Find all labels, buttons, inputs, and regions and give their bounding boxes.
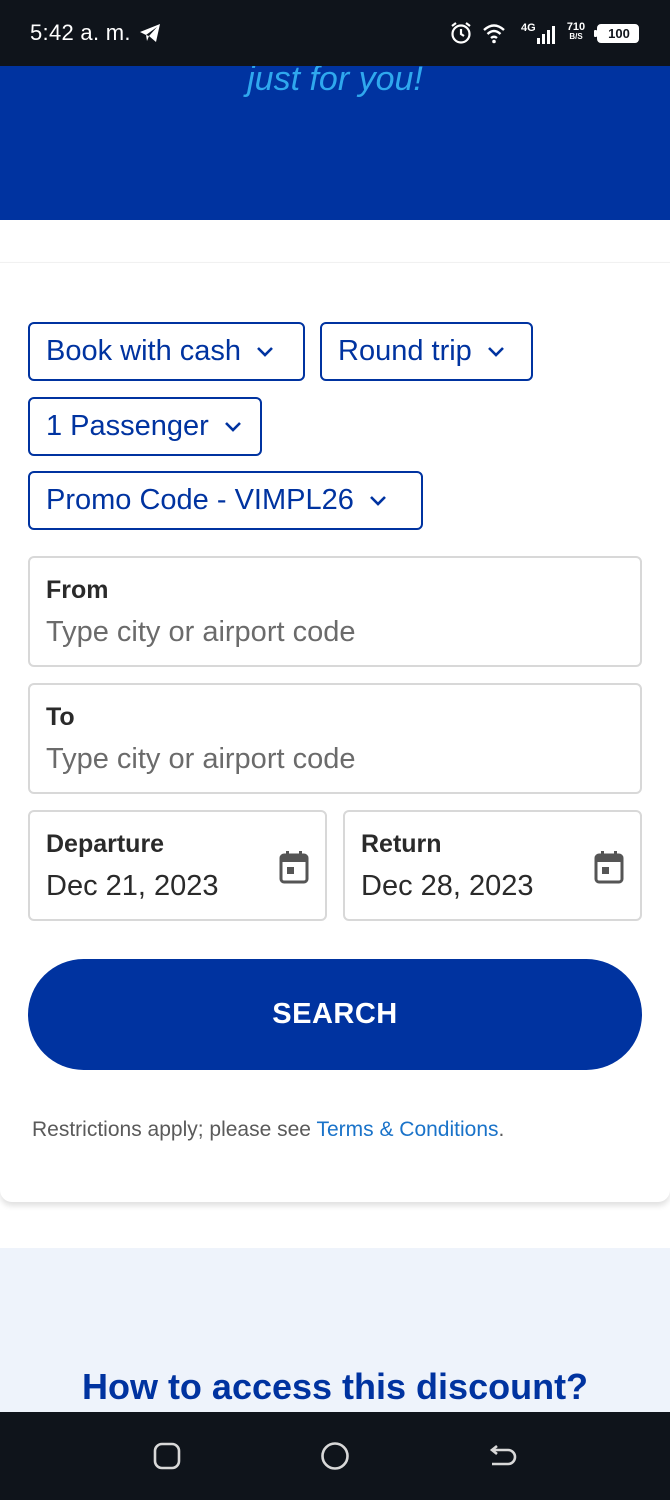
search-button[interactable]: SEARCH <box>28 959 642 1070</box>
network-speed-unit: B/S <box>569 32 583 41</box>
from-label: From <box>46 576 109 604</box>
hero-banner: just for you! <box>0 66 670 220</box>
chevron-down-icon <box>224 421 241 432</box>
restrictions-note: Restrictions apply; please see Terms & C… <box>32 1118 504 1142</box>
wifi-icon <box>483 24 505 44</box>
home-icon[interactable] <box>319 1440 351 1472</box>
return-date-field[interactable]: Return Dec 28, 2023 <box>343 810 642 921</box>
from-field[interactable]: From <box>28 556 642 667</box>
to-input[interactable] <box>46 743 606 776</box>
trip-type-label: Round trip <box>338 335 472 367</box>
network-type: 4G <box>521 22 536 34</box>
chevron-down-icon <box>257 346 273 357</box>
to-field[interactable]: To <box>28 683 642 794</box>
return-date-value: Dec 28, 2023 <box>361 870 534 902</box>
chevron-down-icon <box>369 495 386 506</box>
network-speed: 710 B/S <box>565 22 587 42</box>
payment-type-dropdown[interactable]: Book with cash <box>28 322 305 381</box>
telegram-icon <box>140 24 160 42</box>
terms-conditions-link[interactable]: Terms & Conditions <box>316 1118 498 1141</box>
status-bar: 5:42 a. m. 4G 710 B/S 100 <box>0 0 670 66</box>
alarm-icon <box>451 22 471 44</box>
promo-code-dropdown[interactable]: Promo Code - VIMPL26 <box>28 471 423 530</box>
departure-date-field[interactable]: Departure Dec 21, 2023 <box>28 810 327 921</box>
booking-card: Book with cash Round trip 1 Passenger Pr… <box>0 262 670 1202</box>
status-time: 5:42 a. m. <box>30 20 131 45</box>
recent-apps-icon[interactable] <box>151 1440 183 1472</box>
return-label: Return <box>361 830 442 858</box>
discount-info-title: How to access this discount? <box>81 1366 589 1407</box>
restrictions-text: Restrictions apply; please see <box>32 1118 317 1141</box>
discount-info-section: How to access this discount? <box>0 1248 670 1412</box>
to-label: To <box>46 703 75 731</box>
back-icon[interactable] <box>486 1440 518 1472</box>
trip-type-dropdown[interactable]: Round trip <box>320 322 533 381</box>
calendar-icon[interactable] <box>594 850 624 884</box>
battery-indicator: 100 <box>594 24 639 43</box>
from-input[interactable] <box>46 616 606 649</box>
promo-code-label: Promo Code - VIMPL26 <box>46 484 354 516</box>
hero-tagline: just for you! <box>247 66 423 98</box>
system-nav-bar <box>0 1412 670 1500</box>
passenger-label: 1 Passenger <box>46 410 209 442</box>
signal-icon <box>537 26 555 44</box>
departure-label: Departure <box>46 830 165 858</box>
departure-date-value: Dec 21, 2023 <box>46 870 219 902</box>
restrictions-end: . <box>498 1118 505 1141</box>
chevron-down-icon <box>487 346 504 357</box>
payment-type-label: Book with cash <box>46 335 242 367</box>
passenger-dropdown[interactable]: 1 Passenger <box>28 397 262 456</box>
calendar-icon[interactable] <box>279 850 309 884</box>
